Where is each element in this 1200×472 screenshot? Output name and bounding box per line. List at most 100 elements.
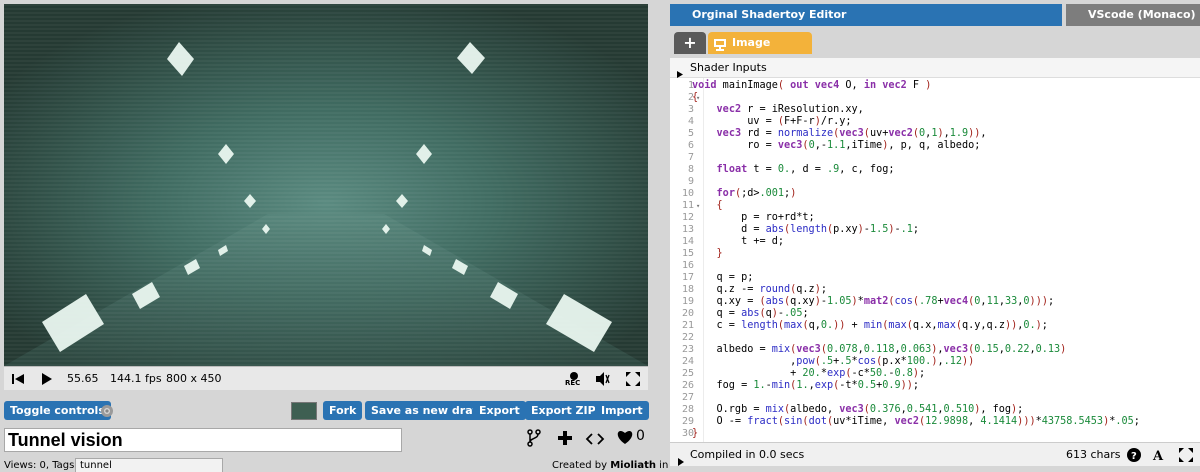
line-number: 6 — [687, 140, 694, 151]
code-line[interactable]: void mainImage( out vec4 O, in vec2 F ) — [692, 80, 931, 91]
code-line[interactable]: q = p; — [692, 272, 754, 283]
created-by-suffix: in — [659, 460, 669, 471]
code-line[interactable]: q.xy = (abs(q.xy)-1.05)*mat2(cos(.78+vec… — [692, 296, 1055, 307]
code-line[interactable]: } — [692, 428, 698, 439]
line-number: 22 — [681, 332, 694, 343]
heart-icon[interactable] — [616, 429, 634, 449]
line-number: 25 — [681, 368, 694, 379]
fork-button[interactable]: Fork — [323, 401, 363, 420]
code-line[interactable]: q.z -= round(q.z); — [692, 284, 827, 295]
save-as-new-draft-button[interactable]: Save as new draft — [365, 401, 489, 420]
code-line[interactable]: c = length(max(q,0.)) + min(max(q.x,max(… — [692, 320, 1048, 331]
tab-image-label: Image — [732, 36, 771, 49]
line-number: 2 — [687, 92, 694, 103]
line-number: 17 — [681, 272, 694, 283]
line-number: 28 — [681, 404, 694, 415]
tunnel-render-image — [4, 4, 648, 366]
fork-icon[interactable] — [527, 429, 541, 449]
tab-image[interactable]: Image — [708, 32, 812, 54]
export-button[interactable]: Export — [473, 401, 526, 420]
code-line[interactable]: + 20.*exp(-c*50.-0.8); — [692, 368, 925, 379]
created-by-line: Created by Mioliath in — [552, 460, 668, 471]
line-number: 30 — [681, 428, 694, 439]
play-icon[interactable] — [42, 373, 52, 385]
tab-original-editor[interactable]: Orginal Shadertoy Editor — [670, 4, 1062, 26]
code-line[interactable]: { — [692, 200, 723, 211]
svg-text:?: ? — [1131, 451, 1137, 462]
line-number: 3 — [687, 104, 694, 115]
code-line[interactable]: uv = (F+F-r)/r.y; — [692, 116, 851, 127]
code-line[interactable]: p = ro+rd*t; — [692, 212, 815, 223]
add-icon[interactable] — [557, 430, 573, 450]
player-controls-bar: 55.65 144.1 fps 800 x 450 REC — [4, 366, 648, 390]
status-bar: Compiled in 0.0 secs 613 chars ? A — [670, 442, 1200, 466]
volume-icon[interactable] — [596, 372, 610, 386]
line-number: 1 — [687, 80, 694, 91]
line-number: 9 — [687, 176, 694, 187]
line-number: 29 — [681, 416, 694, 427]
shader-inputs-label: Shader Inputs — [690, 61, 767, 74]
line-number: 5 — [687, 128, 694, 139]
code-line[interactable]: ro = vec3(0,-1.1,iTime), p, q, albedo; — [692, 140, 980, 151]
author-link[interactable]: Mioliath — [610, 460, 656, 471]
code-line[interactable]: t += d; — [692, 236, 784, 247]
line-number: 21 — [681, 320, 694, 331]
line-number: 18 — [681, 284, 694, 295]
rewind-icon[interactable] — [12, 373, 24, 385]
created-by-prefix: Created by — [552, 460, 608, 471]
line-number: 24 — [681, 356, 694, 367]
line-number: 27 — [681, 392, 694, 403]
import-button[interactable]: Import — [595, 401, 649, 420]
line-number: 10 — [681, 188, 694, 199]
shader-canvas[interactable] — [4, 4, 648, 366]
code-line[interactable]: O -= fract(sin(dot(uv*iTime, vec2(12.989… — [692, 416, 1140, 427]
code-line[interactable]: fog = 1.-min(1.,exp(-t*0.5+0.9)); — [692, 380, 920, 391]
code-line[interactable]: } — [692, 248, 723, 259]
time-readout: 55.65 — [67, 372, 99, 385]
line-number: 14 — [681, 236, 694, 247]
code-line[interactable]: float t = 0., d = .9, c, fog; — [692, 164, 895, 175]
export-zip-button[interactable]: Export ZIP — [525, 401, 602, 420]
code-line[interactable]: vec2 r = iResolution.xy, — [692, 104, 864, 115]
code-line[interactable]: q = abs(q)-.05; — [692, 308, 809, 319]
fps-readout: 144.1 fps — [110, 372, 162, 385]
line-number: 12 — [681, 212, 694, 223]
code-editor[interactable]: 1 2 ▾ 3 4 5 6 7 8 9 10 11 ▾ 12 13 14 15 16 17 18 19 20 21 22 23 2… — [670, 78, 1200, 442]
monitor-icon — [714, 37, 726, 59]
embed-code-icon[interactable] — [585, 431, 605, 451]
code-line[interactable]: d = abs(length(p.xy)-1.5)-.1; — [692, 224, 919, 235]
code-line[interactable]: vec3 rd = normalize(vec3(uv+vec2(0,1),1.… — [692, 128, 987, 139]
font-size-icon[interactable]: A — [1152, 447, 1168, 472]
line-number: 26 — [681, 380, 694, 391]
shader-title-input[interactable]: Tunnel vision — [4, 428, 402, 452]
code-line[interactable]: albedo = mix(vec3(0.078,0.118,0.063),vec… — [692, 344, 1067, 355]
settings-dial-icon[interactable] — [99, 403, 115, 423]
code-line[interactable]: O.rgb = mix(albedo, vec3(0.376,0.541,0.5… — [692, 404, 1024, 415]
resolution-readout: 800 x 450 — [166, 372, 222, 385]
compile-status: Compiled in 0.0 secs — [690, 448, 805, 461]
line-number: 15 — [681, 248, 694, 259]
action-buttons-row: Toggle controls Fork Save as new draft E… — [4, 401, 649, 423]
line-number: 7 — [687, 152, 694, 163]
add-tab-button[interactable]: + — [674, 32, 706, 54]
tags-field[interactable]: tunnel — [75, 458, 223, 472]
rec-label: REC — [565, 379, 581, 387]
fullscreen-icon[interactable] — [626, 372, 640, 386]
thumbnail-icon[interactable] — [291, 402, 317, 420]
code-line[interactable]: for(;d>.001;) — [692, 188, 797, 199]
views-label: Views: 0, Tags: — [4, 460, 78, 471]
fullscreen-editor-icon[interactable] — [1178, 447, 1194, 472]
record-icon[interactable]: REC — [564, 370, 584, 390]
line-number: 13 — [681, 224, 694, 235]
line-number: 16 — [681, 260, 694, 271]
tab-monaco-editor[interactable]: VScode (Monaco) Editor — [1066, 4, 1200, 43]
code-line[interactable]: ,pow(.5+.5*cos(p.x*100.),.12)) — [692, 356, 974, 367]
shader-inputs-toggle[interactable]: Shader Inputs — [670, 58, 1200, 78]
help-icon[interactable]: ? — [1126, 447, 1142, 472]
compile-icon — [678, 451, 684, 472]
line-number: 20 — [681, 308, 694, 319]
char-count: 613 chars — [1066, 448, 1121, 461]
toggle-controls-button[interactable]: Toggle controls — [4, 401, 111, 420]
svg-text:A: A — [1152, 449, 1164, 463]
code-line[interactable]: { — [692, 92, 698, 103]
